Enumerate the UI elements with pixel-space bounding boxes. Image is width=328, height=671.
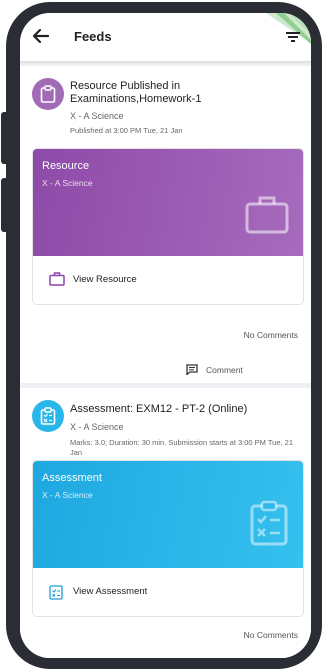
- back-arrow-icon[interactable]: [30, 25, 52, 47]
- post-title: Assessment: EXM12 - PT-2 (Online): [70, 403, 248, 415]
- view-resource-label: View Resource: [73, 274, 137, 285]
- volume-down-button: [1, 178, 9, 232]
- filter-icon[interactable]: [286, 31, 300, 43]
- checklist-icon: [49, 585, 63, 600]
- banner-subtitle: X - A Science: [42, 490, 93, 500]
- briefcase-icon: [49, 272, 65, 286]
- resource-banner: Resource X - A Science: [33, 149, 303, 256]
- view-assessment-label: View Assessment: [73, 586, 148, 597]
- checklist-icon: [40, 407, 56, 425]
- app-screen: Feeds Resource Published in Examinations…: [20, 13, 311, 658]
- assessment-card[interactable]: Assessment X - A Science View Assessment: [32, 460, 304, 617]
- feed-list: Resource Published in Examinations,Homew…: [20, 61, 311, 658]
- comment-button[interactable]: Comment: [186, 364, 243, 375]
- resource-avatar: [32, 78, 64, 110]
- banner-title: Assessment: [42, 472, 102, 484]
- feed-post-assessment: Assessment: EXM12 - PT-2 (Online) X - A …: [20, 388, 311, 658]
- comment-icon: [186, 364, 198, 375]
- resource-card[interactable]: Resource X - A Science View Resource: [32, 148, 304, 305]
- post-meta: Published at 3:00 PM Tue, 21 Jan: [70, 126, 183, 135]
- view-assessment-button[interactable]: View Assessment: [33, 568, 303, 616]
- post-class: X - A Science: [70, 111, 124, 121]
- view-resource-button[interactable]: View Resource: [33, 256, 303, 304]
- post-meta: Marks: 3.0; Duration: 30 min. Submission…: [70, 438, 294, 457]
- app-bar: Feeds: [20, 13, 311, 61]
- comments-count: No Comments: [243, 630, 298, 640]
- post-class: X - A Science: [70, 422, 124, 432]
- comment-label: Comment: [206, 365, 243, 375]
- assessment-banner: Assessment X - A Science: [33, 461, 303, 568]
- assessment-avatar: [32, 400, 64, 432]
- banner-subtitle: X - A Science: [42, 178, 93, 188]
- leaf-decoration: [266, 13, 311, 45]
- banner-title: Resource: [42, 160, 90, 172]
- volume-up-button: [1, 112, 9, 164]
- page-title: Feeds: [74, 29, 112, 44]
- post-title: Resource Published in Examinations,Homew…: [70, 80, 202, 105]
- comments-count: No Comments: [243, 330, 298, 340]
- checklist-icon: [250, 500, 288, 546]
- briefcase-icon: [245, 196, 289, 234]
- clipboard-icon: [40, 85, 56, 103]
- feed-post-resource: Resource Published in Examinations,Homew…: [20, 66, 311, 383]
